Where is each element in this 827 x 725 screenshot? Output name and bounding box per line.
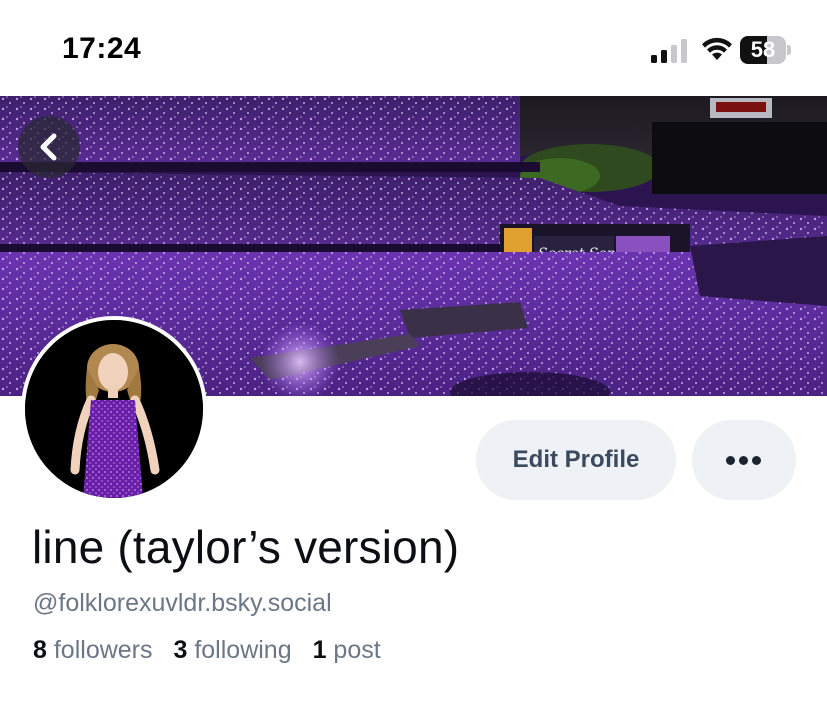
display-name: line (taylor’s version) xyxy=(32,521,460,573)
chevron-left-icon xyxy=(40,133,57,161)
cellular-signal-icon xyxy=(651,39,687,63)
posts-stat: 1 post xyxy=(313,636,381,665)
status-time: 17:24 xyxy=(62,32,142,65)
avatar-image xyxy=(25,320,203,498)
wifi-icon xyxy=(702,37,732,60)
avatar[interactable] xyxy=(21,316,207,502)
following-label: following xyxy=(194,636,292,664)
battery-icon: 58 xyxy=(740,36,792,64)
following-count: 3 xyxy=(173,636,188,664)
status-bar: 17:24 58 xyxy=(0,0,827,96)
followers-label: followers xyxy=(53,636,153,664)
followers-stat[interactable]: 8 followers xyxy=(33,636,153,665)
profile-stats: 8 followers 3 following 1 post xyxy=(33,636,395,665)
followers-count: 8 xyxy=(33,636,47,664)
more-horizontal-icon xyxy=(726,456,762,465)
edit-profile-button[interactable]: Edit Profile xyxy=(476,420,676,500)
back-button[interactable] xyxy=(18,116,80,178)
more-options-button[interactable] xyxy=(692,420,796,500)
posts-count: 1 xyxy=(312,636,327,664)
profile-handle[interactable]: @folklorexuvldr.bsky.social xyxy=(33,589,332,618)
battery-level: 58 xyxy=(750,37,776,62)
posts-label: post xyxy=(333,636,381,664)
following-stat[interactable]: 3 following xyxy=(173,636,291,665)
